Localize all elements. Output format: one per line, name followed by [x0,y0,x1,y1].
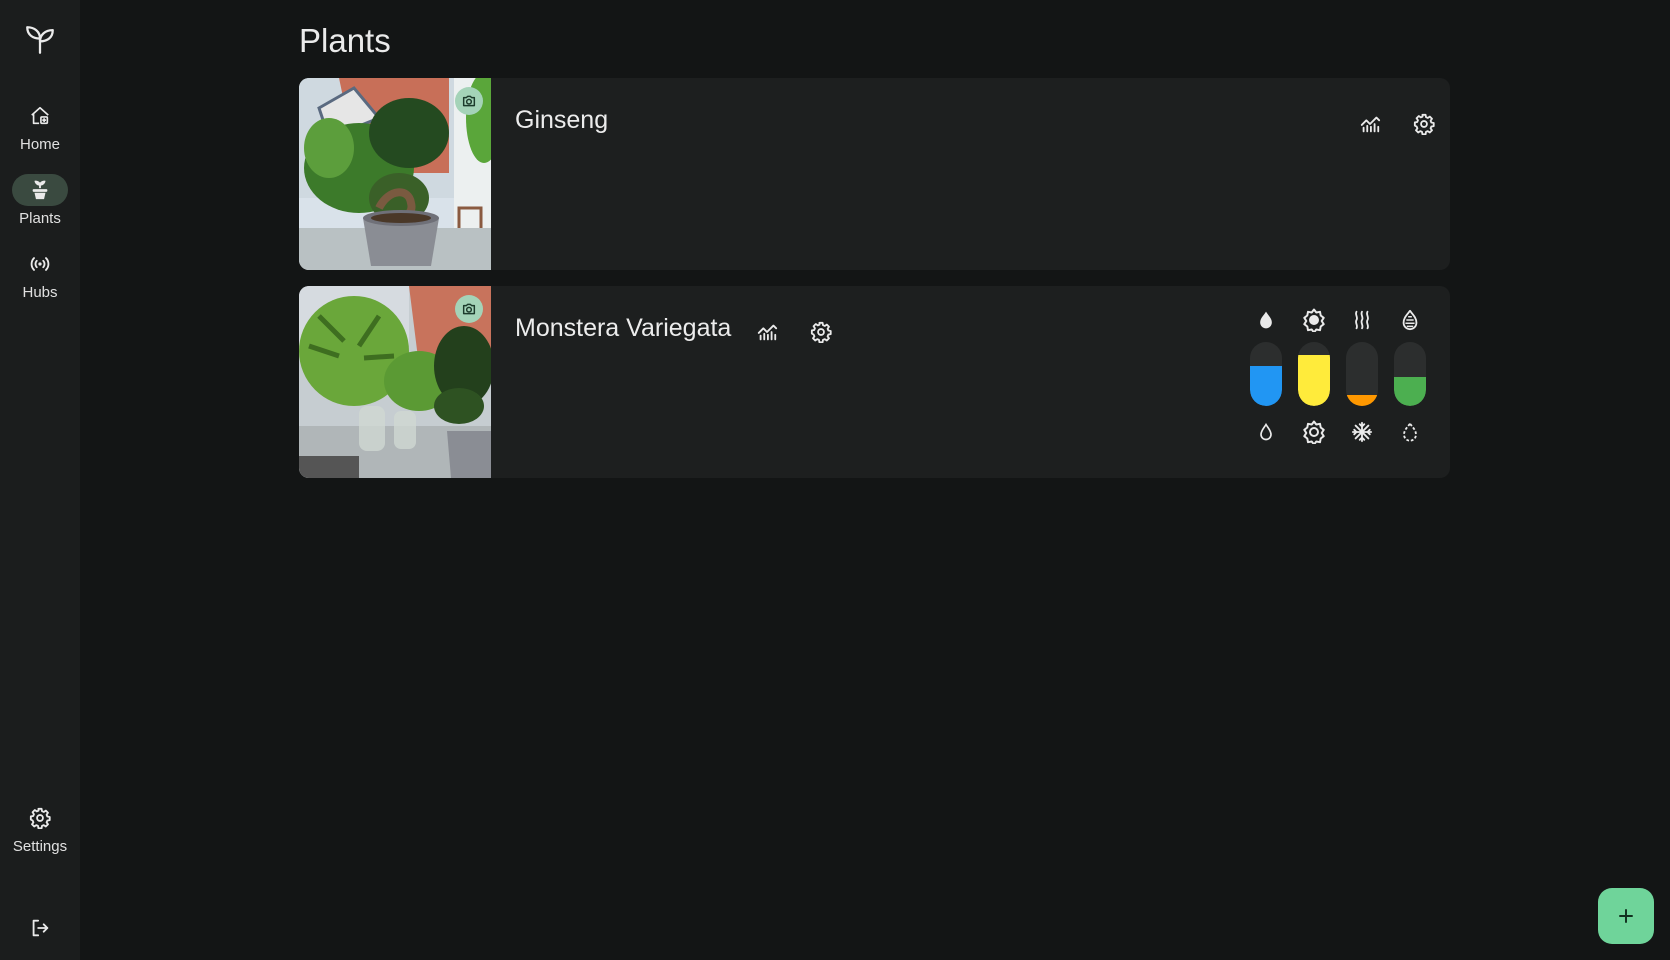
chart-icon [757,324,778,341]
plant-photo [299,78,502,270]
sun-outline-icon [1298,418,1330,446]
plant-name: Monstera Variegata [515,314,732,342]
sensor-meters [1250,306,1426,446]
nav-home-label: Home [19,136,60,153]
nav-hubs-label: Hubs [22,284,58,301]
camera-icon [462,95,476,107]
moisture-meter-fill [1250,366,1282,406]
home-icon [31,106,49,125]
nav-settings-label: Settings [12,838,68,855]
fertility-meter-track [1394,342,1426,406]
moisture-meter-track [1250,342,1282,406]
plant-settings-button[interactable] [803,314,839,350]
fertility-meter-fill [1394,377,1426,406]
fertilizer-filled-icon [1394,306,1426,334]
navigation-rail: Home Plants Hubs Settings [0,0,80,960]
nav-item-hubs[interactable]: Hubs [0,248,80,301]
light-meter-fill [1298,354,1330,406]
plant-stats-button[interactable] [749,314,785,350]
plant-stats-button[interactable] [1352,106,1388,142]
heat-waves-icon [1346,306,1378,334]
potted-plant-icon [32,180,48,200]
fertility-meter [1394,306,1426,446]
nav-item-home[interactable]: Home [0,100,80,153]
gear-icon [29,807,51,829]
logout-button[interactable] [20,908,60,948]
nav-home-pill [12,100,68,132]
light-meter-track [1298,342,1330,406]
change-photo-button[interactable] [455,295,483,323]
logout-icon [32,919,49,937]
moisture-meter [1250,306,1282,446]
camera-icon [462,303,476,315]
fertilizer-outline-icon [1394,418,1426,446]
temperature-meter-track [1346,342,1378,406]
light-meter [1298,306,1330,446]
water-drop-outline-icon [1250,418,1282,446]
plant-photo [299,286,494,478]
nav-plants-label: Plants [19,210,61,227]
nav-settings-pill [12,802,68,834]
plant-name: Ginseng [515,106,609,134]
add-plant-button[interactable] [1598,888,1654,944]
water-drop-filled-icon [1250,306,1282,334]
broadcast-icon [30,257,50,271]
add-icon [1619,909,1633,923]
nav-hubs-pill [12,248,68,280]
nav-plants-pill [12,174,68,206]
plant-card: Ginseng [299,78,1450,270]
temperature-meter [1346,306,1378,446]
gear-icon [1413,113,1435,135]
sprout-logo-icon [20,20,60,60]
temperature-meter-fill [1346,395,1378,406]
change-photo-button[interactable] [455,87,483,115]
page-title: Plants [299,22,391,59]
nav-item-plants[interactable]: Plants [0,174,80,227]
chart-icon [1360,116,1381,133]
nav-item-settings[interactable]: Settings [0,802,80,855]
plant-settings-button[interactable] [1406,106,1442,142]
plant-card: Monstera Variegata [299,286,1450,478]
snowflake-icon [1346,418,1378,446]
gear-icon [810,321,832,343]
sun-filled-icon [1298,306,1330,334]
